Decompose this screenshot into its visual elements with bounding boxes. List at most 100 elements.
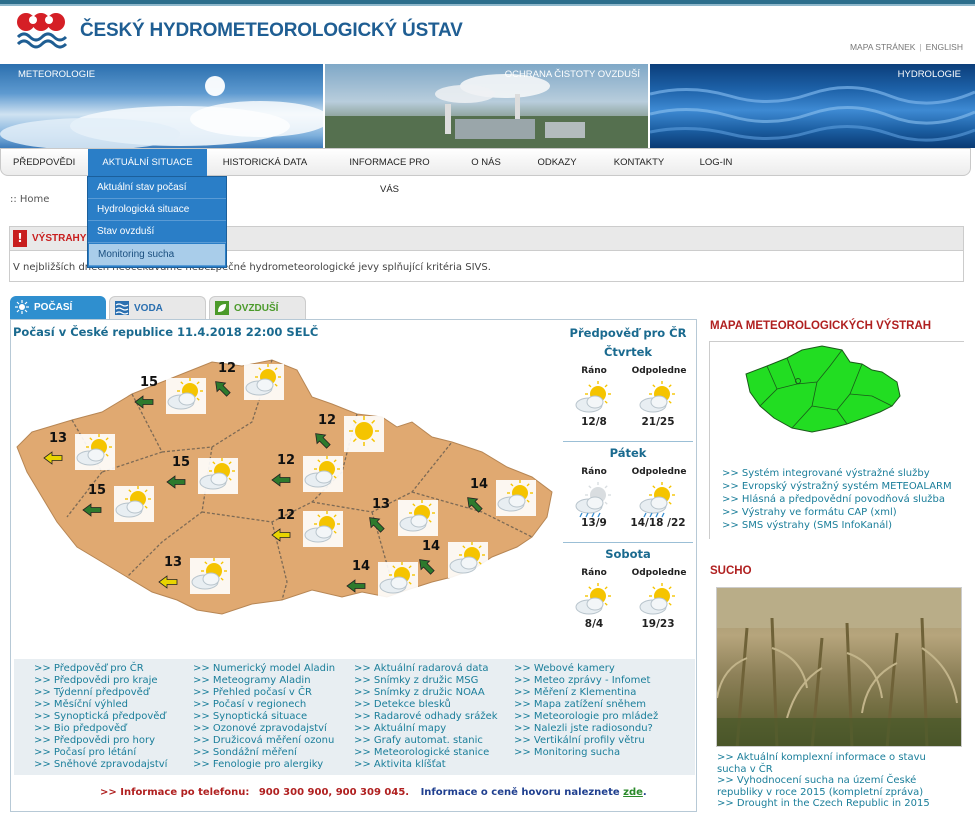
quick-link[interactable]: >> Aktuální radarová data [354,663,498,675]
forecast-afternoon-temperature: 21/25 [641,416,675,428]
quick-link[interactable]: >> Přehled počasí v ČR [193,687,335,699]
breadcrumb[interactable]: :: Home [10,194,49,205]
forecast-morning-label: Ráno [581,467,607,477]
site-title[interactable]: ČESKÝ HYDROMETEOROLOGICKÝ ÚSTAV [80,20,463,42]
nav-contacts[interactable]: KONTAKTY [610,149,668,176]
tab-weather[interactable]: POČASÍ [10,296,106,319]
leaf-icon [215,301,229,315]
chmi-logo[interactable] [14,11,68,51]
nav-information[interactable]: INFORMACE PRO VÁS [339,149,440,195]
sidebar-link[interactable]: >> Výstrahy ve formátu CAP (xml) [722,506,952,519]
quick-link[interactable]: >> Počasí pro létání [34,747,167,759]
czech-weather-map[interactable]: 15 12 12 13 15 12 15 14 13 12 14 13 14 [12,342,557,658]
quick-link[interactable]: >> Předpovědi pro kraje [34,675,167,687]
sun-cloud-icon [190,558,230,594]
quick-link[interactable]: >> Detekce blesků [354,699,498,711]
sidebar-link[interactable]: >> Hlásná a předpovědní povodňová služba [722,493,952,506]
station-temperature: 14 [422,539,440,554]
quick-link[interactable]: >> Počasí v regionech [193,699,335,711]
tab-air[interactable]: OVZDUŠÍ [209,296,306,319]
warnings-title[interactable]: VÝSTRAHY [32,233,86,244]
quick-link[interactable]: >> Aktuální mapy [354,723,498,735]
water-waves-icon [115,301,129,315]
quick-link[interactable]: >> Sněhové zpravodajství [34,759,167,771]
quick-link[interactable]: >> Týdenní předpověď [34,687,167,699]
quick-link[interactable]: >> Předpovědi pro hory [34,735,167,747]
quick-link[interactable]: >> Synoptická situace [193,711,335,723]
quick-link[interactable]: >> Grafy automat. stanic [354,735,498,747]
station-temperature: 12 [277,508,295,523]
dropdown-item-drought[interactable]: Monitoring sucha [89,244,225,266]
quick-link[interactable]: >> Snímky z družic MSG [354,675,498,687]
phone-price-text: Informace o ceně hovoru naleznete [420,787,620,798]
quick-link[interactable]: >> Měření z Klementina [514,687,658,699]
nav-about[interactable]: O NÁS [466,149,506,176]
quick-link[interactable]: >> Sondážní měření [193,747,335,759]
nav-historical-data[interactable]: HISTORICKÁ DATA [221,149,309,176]
quick-link[interactable]: >> Vertikální profily větru [514,735,658,747]
forecast-day-name[interactable]: Čtvrtek [563,345,693,359]
dropdown-item-hydrology[interactable]: Hydrologická situace [88,199,226,221]
sidebar-link[interactable]: >> Systém integrované výstražné služby [722,467,952,480]
phone-end: . [642,787,647,798]
sidebar-link[interactable]: >> Vyhodnocení sucha na území České repu… [717,775,957,798]
quick-link[interactable]: >> Meteogramy Aladin [193,675,335,687]
forecast-day-name[interactable]: Sobota [563,547,693,561]
forecast-morning-temperature: 13/9 [581,517,607,529]
quick-link[interactable]: >> Bio předpověď [34,723,167,735]
quick-link[interactable]: >> Numerický model Aladin [193,663,335,675]
sidebar-link[interactable]: >> SMS výstrahy (SMS InfoKanál) [722,519,952,532]
quick-link[interactable]: >> Meteorologické stanice [354,747,498,759]
tab-water[interactable]: VODA [109,296,206,319]
quick-link[interactable]: >> Nalezli jste radiosondu? [514,723,658,735]
warnings-map[interactable] [742,344,902,436]
warning-icon: ! [13,230,27,247]
warnings-map-territory [745,345,901,433]
station-temperature: 12 [218,361,236,376]
quick-link[interactable]: >> Mapa zatížení sněhem [514,699,658,711]
quick-link[interactable]: >> Radarové odhady srážek [354,711,498,723]
quick-link[interactable]: >> Aktivita klíšťat [354,759,498,771]
warnings-map-title[interactable]: MAPA METEOROLOGICKÝCH VÝSTRAH [710,320,931,332]
quick-link[interactable]: >> Předpověď pro ČR [34,663,167,675]
quick-link[interactable]: >> Měsíční výhled [34,699,167,711]
sitemap-link[interactable]: MAPA STRÁNEK [850,42,916,52]
quick-link[interactable]: >> Monitoring sucha [514,747,658,759]
banner-hydrology[interactable]: HYDROLOGIE [650,64,975,148]
sun-cloud-icon [398,500,438,536]
quick-link[interactable]: >> Ozonové zpravodajství [193,723,335,735]
station-temperature: 12 [277,453,295,468]
sun-icon [344,416,384,452]
sun-cloud-icon [639,381,675,413]
quick-link[interactable]: >> Synoptická předpověď [34,711,167,723]
drought-photo[interactable] [716,587,962,747]
phone-price-link[interactable]: zde [623,787,643,798]
station-temperature: 14 [352,559,370,574]
dropdown-item-weather[interactable]: Aktuální stav počasí [88,177,226,199]
banner-label-air-quality: OCHRANA ČISTOTY OVZDUŠÍ [504,69,640,80]
drought-title[interactable]: SUCHO [710,565,752,577]
sidebar-link[interactable]: >> Drought in the Czech Republic in 2015 [717,798,957,810]
weather-title[interactable]: Počasí v České republice 11.4.2018 22:00… [13,325,318,339]
banner-meteorology[interactable]: METEOROLOGIE [0,64,323,148]
quick-link[interactable]: >> Webové kamery [514,663,658,675]
english-link[interactable]: ENGLISH [926,42,963,52]
sidebar-link[interactable]: >> Evropský výstražný systém METEOALARM [722,480,952,493]
forecast-day-name[interactable]: Pátek [563,446,693,460]
nav-forecasts[interactable]: PŘEDPOVĚDI [13,149,75,176]
sun-cloud-icon [244,364,284,400]
quick-link[interactable]: >> Snímky z družic NOAA [354,687,498,699]
sidebar-link[interactable]: >> Aktuální komplexní informace o stavu … [717,752,957,775]
quick-link[interactable]: >> Družicová měření ozonu [193,735,335,747]
forecast-title[interactable]: Předpověď pro ČR [563,326,693,340]
dropdown-item-air[interactable]: Stav ovzduší [88,221,226,243]
nav-links[interactable]: ODKAZY [533,149,581,176]
drought-links: >> Aktuální komplexní informace o stavu … [717,752,957,810]
quick-link[interactable]: >> Meteorologie pro mládež [514,711,658,723]
phone-label: Informace po telefonu: [120,787,250,798]
quick-link[interactable]: >> Meteo zprávy - Infomet [514,675,658,687]
nav-login[interactable]: LOG-IN [695,149,737,176]
banner-air-quality[interactable]: OCHRANA ČISTOTY OVZDUŠÍ [325,64,648,148]
quick-link[interactable]: >> Fenologie pro alergiky [193,759,335,771]
nav-current-situation[interactable]: AKTUÁLNÍ SITUACE [88,149,207,176]
